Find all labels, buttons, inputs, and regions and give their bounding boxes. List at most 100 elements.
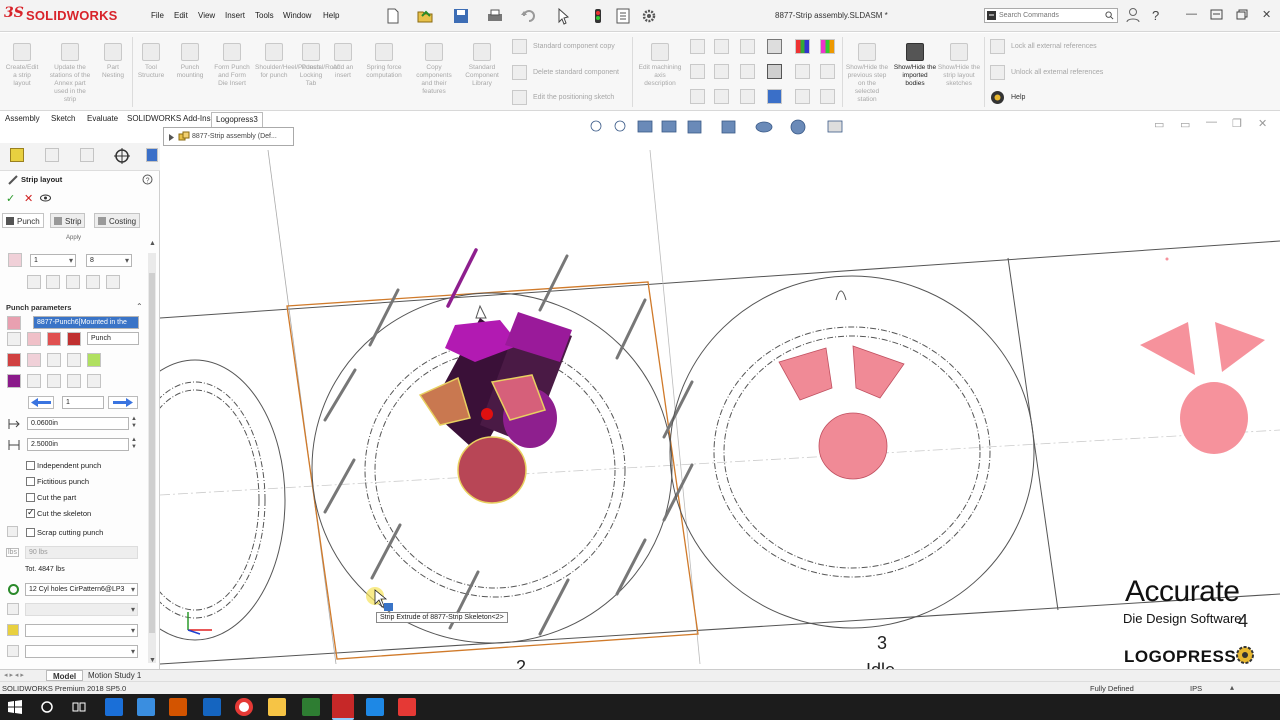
lock-external-references[interactable]: Lock all external references xyxy=(1011,43,1097,50)
outlook-icon[interactable] xyxy=(203,698,221,716)
punch-tool-icon[interactable] xyxy=(87,374,101,388)
edit-positioning-sketch[interactable]: Edit the positioning sketch xyxy=(533,94,614,101)
independent-punch-checkbox[interactable] xyxy=(26,461,35,470)
punch-tool-icon[interactable] xyxy=(27,374,41,388)
view-option-icon[interactable] xyxy=(46,275,60,289)
tool-grid-icon[interactable] xyxy=(820,89,835,104)
view-option-icon[interactable] xyxy=(106,275,120,289)
station-from-select[interactable]: 1 xyxy=(30,254,76,267)
tool-grid-icon[interactable] xyxy=(690,89,705,104)
pattern-select[interactable]: 12 Cyl holes CirPattern6@LP3 xyxy=(25,583,138,596)
ribbon-button-add-insert[interactable]: Add an insert xyxy=(328,43,358,80)
maximize-window-icon[interactable] xyxy=(1236,9,1248,20)
tool-grid-icon[interactable] xyxy=(795,64,810,79)
help-question-icon[interactable]: ? xyxy=(1152,8,1159,23)
punch-tool-icon[interactable] xyxy=(47,374,61,388)
tool-grid-icon[interactable] xyxy=(690,64,705,79)
open-folder-icon[interactable] xyxy=(416,7,434,25)
color-grid-icon[interactable] xyxy=(820,39,835,54)
edge-browser-icon[interactable] xyxy=(105,698,123,716)
menu-insert[interactable]: Insert xyxy=(225,11,245,20)
cancel-x-icon[interactable]: ✕ xyxy=(24,192,33,205)
color-swatch-icon[interactable] xyxy=(7,374,21,388)
library-select[interactable] xyxy=(25,645,138,658)
tool-grid-icon[interactable] xyxy=(690,39,705,54)
punch-tool-icon[interactable] xyxy=(7,353,21,367)
ribbon-button-part-nesting[interactable]: Part Nesting xyxy=(96,43,130,80)
menu-edit[interactable]: Edit xyxy=(174,11,188,20)
punch-index-spinner[interactable]: 1 xyxy=(62,396,104,409)
ribbon-button-spring-force[interactable]: Spring force computation xyxy=(360,43,408,80)
print-icon[interactable] xyxy=(486,7,504,25)
restore-window-icon[interactable] xyxy=(1210,9,1223,20)
app-icon[interactable] xyxy=(169,698,187,716)
file-properties-icon[interactable] xyxy=(614,7,632,25)
tab-assembly[interactable]: Assembly xyxy=(5,114,40,123)
tab-sketch[interactable]: Sketch xyxy=(51,114,75,123)
pm-scrollbar-thumb[interactable] xyxy=(149,273,155,633)
cortana-search-icon[interactable] xyxy=(40,700,54,714)
ribbon-button-standard-library[interactable]: Standard Component Library xyxy=(460,43,504,88)
tool-grid-icon[interactable] xyxy=(740,64,755,79)
tab-strip[interactable]: Strip xyxy=(50,213,86,228)
ribbon-button-show-imported-bodies[interactable]: Show/Hide the imported bodies xyxy=(893,43,937,88)
file-explorer-icon[interactable] xyxy=(268,698,286,716)
task-view-icon[interactable] xyxy=(72,700,86,714)
selected-punch-field[interactable]: 8877-Punch6[Mounted in the xyxy=(33,316,139,329)
tab-costing[interactable]: Costing xyxy=(94,213,141,228)
configuration-tab-icon[interactable] xyxy=(80,148,94,162)
graphics-area[interactable]: ▭ ▭ — ❐ ✕ xyxy=(160,112,1280,669)
strip-layout-scene[interactable] xyxy=(160,112,1280,669)
viewport-restore-icon[interactable]: ❐ xyxy=(1232,117,1242,130)
clearance-field[interactable]: 0.0600in xyxy=(27,417,129,430)
punch-option-icon[interactable] xyxy=(47,332,61,346)
cut-skeleton-checkbox[interactable] xyxy=(26,507,35,518)
tab-scroll-icons[interactable]: ◂ ▸ ◂ ▸ xyxy=(4,671,24,679)
section-punch-parameters[interactable]: Punch parameters xyxy=(6,303,71,312)
select-arrow-icon[interactable] xyxy=(554,7,572,25)
menu-file[interactable]: File xyxy=(151,11,164,20)
app-icon[interactable] xyxy=(302,698,320,716)
ribbon-button-update-stations[interactable]: Update the stations of the Annex part us… xyxy=(48,43,92,104)
apply-button[interactable]: Apply xyxy=(66,235,81,241)
collapse-icon[interactable]: ⌃ xyxy=(136,302,143,311)
tab-model[interactable]: Model xyxy=(46,670,84,681)
search-input[interactable] xyxy=(999,10,1099,21)
ribbon-button-punch-mounting[interactable]: Punch mounting xyxy=(172,43,208,80)
user-account-icon[interactable] xyxy=(1126,7,1140,23)
display-tab-icon[interactable] xyxy=(146,148,158,162)
tool-grid-icon[interactable] xyxy=(740,39,755,54)
station-to-select[interactable]: 8 xyxy=(86,254,132,267)
spinner-arrows-icon[interactable]: ▲ ▼ xyxy=(131,437,137,451)
punch-tool-icon[interactable] xyxy=(67,374,81,388)
close-window-icon[interactable]: ✕ xyxy=(1262,8,1271,21)
rebuild-icon[interactable] xyxy=(589,7,607,25)
pm-help-icon[interactable]: ? xyxy=(142,174,153,185)
minimize-window-icon[interactable]: — xyxy=(1186,8,1197,20)
ribbon-button-shoulder-heel[interactable]: Shoulder/Heel/Pedestal/Roof for punch xyxy=(255,43,339,80)
unit-system[interactable]: IPS xyxy=(1190,684,1202,693)
search-scope-icon[interactable] xyxy=(986,10,997,21)
ribbon-button-machining-axis[interactable]: Edit machining axis description xyxy=(638,43,682,88)
view-tile-icon[interactable]: ▭ xyxy=(1180,118,1190,131)
save-icon[interactable] xyxy=(452,7,470,25)
tool-grid-icon[interactable] xyxy=(740,89,755,104)
tool-grid-icon[interactable] xyxy=(714,39,729,54)
heads-up-view-toolbar[interactable] xyxy=(586,118,846,136)
new-document-icon[interactable] xyxy=(384,7,402,25)
ribbon-button-tool-structure[interactable]: Tool Structure xyxy=(134,43,168,80)
app-icon[interactable] xyxy=(366,698,384,716)
windows-start-icon[interactable] xyxy=(8,700,22,714)
view-split-icon[interactable]: ▭ xyxy=(1154,118,1164,131)
store-icon[interactable] xyxy=(137,698,155,716)
punch-tool-icon[interactable] xyxy=(27,353,41,367)
view-option-icon[interactable] xyxy=(66,275,80,289)
tab-evaluate[interactable]: Evaluate xyxy=(87,114,118,123)
unlock-external-references[interactable]: Unlock all external references xyxy=(1011,69,1103,76)
previous-punch-button[interactable] xyxy=(28,396,54,409)
tool-grid-icon[interactable] xyxy=(820,64,835,79)
spinner-arrows-icon[interactable]: ▲ ▼ xyxy=(131,416,137,430)
ok-check-icon[interactable]: ✓ xyxy=(6,192,15,205)
length-field[interactable]: 2.5000in xyxy=(27,438,129,451)
expand-arrow-icon[interactable] xyxy=(167,132,176,143)
